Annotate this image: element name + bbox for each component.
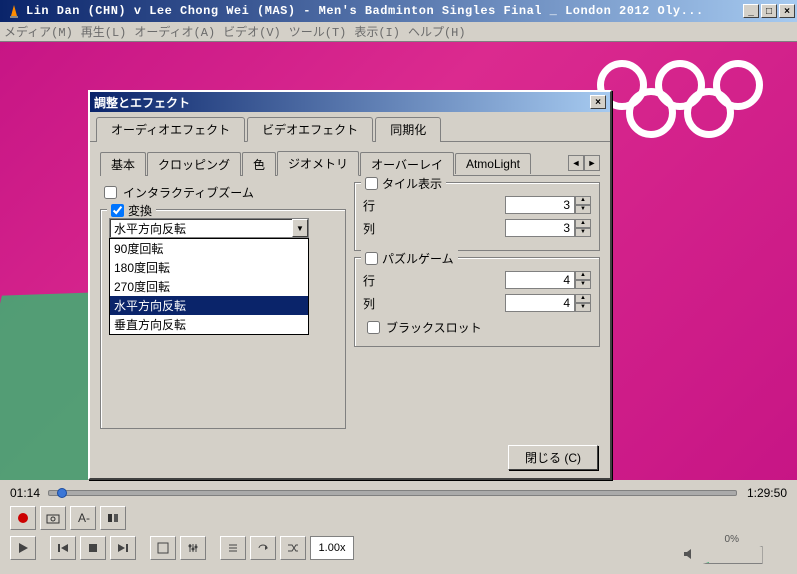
snapshot-button[interactable] bbox=[40, 506, 66, 530]
menu-playback[interactable]: 再生(L) bbox=[81, 23, 127, 40]
subtab-color[interactable]: 色 bbox=[242, 152, 276, 176]
volume-slider[interactable] bbox=[703, 546, 763, 564]
menu-tools[interactable]: ツール(T) bbox=[289, 23, 347, 40]
subtab-crop[interactable]: クロッピング bbox=[147, 152, 241, 176]
menu-help[interactable]: ヘルプ(H) bbox=[408, 23, 466, 40]
playlist-button[interactable] bbox=[220, 536, 246, 560]
menu-audio[interactable]: オーディオ(A) bbox=[134, 23, 215, 40]
prev-button[interactable] bbox=[50, 536, 76, 560]
interactive-zoom-checkbox[interactable] bbox=[104, 186, 117, 199]
menubar: メディア(M) 再生(L) オーディオ(A) ビデオ(V) ツール(T) 表示(… bbox=[0, 22, 797, 42]
puzzle-cols-label: 列 bbox=[363, 295, 403, 312]
interactive-zoom-row: インタラクティブズーム bbox=[100, 182, 346, 203]
stop-button[interactable] bbox=[80, 536, 106, 560]
svg-text:A-B: A-B bbox=[78, 512, 90, 524]
dialog-title: 調整とエフェクト bbox=[94, 94, 190, 111]
minimize-button[interactable]: _ bbox=[743, 4, 759, 18]
transform-selected: 水平方向反転 bbox=[114, 220, 186, 237]
subtab-overlay[interactable]: オーバーレイ bbox=[360, 152, 454, 176]
wall-rows-label: 行 bbox=[363, 197, 403, 214]
wall-cols-label: 列 bbox=[363, 220, 403, 237]
transform-option-90[interactable]: 90度回転 bbox=[110, 239, 308, 258]
tab-audio-effects[interactable]: オーディオエフェクト bbox=[96, 117, 245, 142]
puzzle-rows-label: 行 bbox=[363, 272, 403, 289]
transform-group: 変換 水平方向反転 ▼ 90度回転 180度回転 270度回転 水平方向反転 垂… bbox=[100, 209, 346, 429]
window-title: Lin Dan (CHN) v Lee Chong Wei (MAS) - Me… bbox=[26, 4, 743, 18]
subtab-basic[interactable]: 基本 bbox=[100, 152, 146, 176]
effects-dialog: 調整とエフェクト × オーディオエフェクト ビデオエフェクト 同期化 基本 クロ… bbox=[88, 90, 612, 480]
volume-control: 0% bbox=[683, 546, 783, 564]
tab-sync[interactable]: 同期化 bbox=[375, 117, 441, 142]
subtab-atmolight[interactable]: AtmoLight bbox=[455, 153, 531, 174]
loop-button[interactable] bbox=[250, 536, 276, 560]
puzzle-group: パズルゲーム 行 ▲▼ 列 ▲▼ bbox=[354, 257, 600, 347]
next-button[interactable] bbox=[110, 536, 136, 560]
dialog-close-btn[interactable]: 閉じる (C) bbox=[508, 445, 598, 470]
frame-step-button[interactable] bbox=[100, 506, 126, 530]
shuffle-button[interactable] bbox=[280, 536, 306, 560]
transform-option-270[interactable]: 270度回転 bbox=[110, 277, 308, 296]
wall-group: タイル表示 行 ▲▼ 列 ▲▼ bbox=[354, 182, 600, 251]
menu-media[interactable]: メディア(M) bbox=[4, 23, 73, 40]
seek-slider[interactable] bbox=[48, 490, 737, 496]
puzzle-rows-input[interactable] bbox=[505, 271, 575, 289]
wall-label: タイル表示 bbox=[382, 175, 442, 192]
puzzle-cols-input[interactable] bbox=[505, 294, 575, 312]
spin-down-icon[interactable]: ▼ bbox=[575, 280, 591, 289]
puzzle-checkbox[interactable] bbox=[365, 252, 378, 265]
play-button[interactable] bbox=[10, 536, 36, 560]
spin-up-icon[interactable]: ▲ bbox=[575, 271, 591, 280]
wall-cols-input[interactable] bbox=[505, 219, 575, 237]
olympic-rings-icon bbox=[597, 60, 777, 150]
speaker-icon[interactable] bbox=[683, 547, 697, 564]
puzzle-label: パズルゲーム bbox=[382, 250, 454, 267]
black-slot-label: ブラックスロット bbox=[386, 319, 482, 336]
spin-up-icon[interactable]: ▲ bbox=[575, 196, 591, 205]
speed-display[interactable]: 1.00x bbox=[310, 536, 354, 560]
menu-video[interactable]: ビデオ(V) bbox=[223, 23, 281, 40]
dropdown-arrow-icon[interactable]: ▼ bbox=[292, 219, 308, 237]
extended-settings-button[interactable] bbox=[180, 536, 206, 560]
subtab-geometry[interactable]: ジオメトリ bbox=[277, 151, 359, 176]
interactive-zoom-label: インタラクティブズーム bbox=[123, 184, 254, 201]
seek-bar-row: 01:14 1:29:50 bbox=[10, 486, 787, 500]
spin-down-icon[interactable]: ▼ bbox=[575, 205, 591, 214]
maximize-button[interactable]: □ bbox=[761, 4, 777, 18]
black-slot-checkbox[interactable] bbox=[367, 321, 380, 334]
spin-up-icon[interactable]: ▲ bbox=[575, 294, 591, 303]
menu-view[interactable]: 表示(I) bbox=[354, 23, 400, 40]
transform-checkbox[interactable] bbox=[111, 204, 124, 217]
toolbar-row-1: A-B bbox=[10, 506, 126, 530]
fullscreen-button[interactable] bbox=[150, 536, 176, 560]
tab-scroll-left-button[interactable]: ◄ bbox=[568, 155, 584, 171]
spin-down-icon[interactable]: ▼ bbox=[575, 228, 591, 237]
volume-percent: 0% bbox=[725, 534, 739, 545]
duration-time: 1:29:50 bbox=[747, 486, 787, 500]
vlc-cone-icon bbox=[6, 3, 22, 19]
seek-thumb[interactable] bbox=[57, 488, 67, 498]
video-effects-subtabs: 基本 クロッピング 色 ジオメトリ オーバーレイ AtmoLight ◄ ► bbox=[100, 150, 600, 176]
main-titlebar: Lin Dan (CHN) v Lee Chong Wei (MAS) - Me… bbox=[0, 0, 797, 22]
record-button[interactable] bbox=[10, 506, 36, 530]
wall-rows-input[interactable] bbox=[505, 196, 575, 214]
dialog-close-button[interactable]: × bbox=[590, 95, 606, 109]
loop-ab-button[interactable]: A-B bbox=[70, 506, 96, 530]
position-time: 01:14 bbox=[10, 486, 40, 500]
transform-option-180[interactable]: 180度回転 bbox=[110, 258, 308, 277]
transform-combo[interactable]: 水平方向反転 ▼ 90度回転 180度回転 270度回転 水平方向反転 垂直方向… bbox=[109, 218, 309, 238]
transform-option-vflip[interactable]: 垂直方向反転 bbox=[110, 315, 308, 334]
transform-label: 変換 bbox=[128, 202, 152, 219]
transform-option-hflip[interactable]: 水平方向反転 bbox=[110, 296, 308, 315]
dialog-main-tabs: オーディオエフェクト ビデオエフェクト 同期化 bbox=[90, 112, 610, 142]
toolbar-row-2: 1.00x bbox=[10, 536, 354, 560]
transform-dropdown-list: 90度回転 180度回転 270度回転 水平方向反転 垂直方向反転 bbox=[109, 238, 309, 335]
close-button[interactable]: × bbox=[779, 4, 795, 18]
wall-checkbox[interactable] bbox=[365, 177, 378, 190]
tab-scroll-right-button[interactable]: ► bbox=[584, 155, 600, 171]
spin-up-icon[interactable]: ▲ bbox=[575, 219, 591, 228]
spin-down-icon[interactable]: ▼ bbox=[575, 303, 591, 312]
tab-video-effects[interactable]: ビデオエフェクト bbox=[247, 117, 373, 142]
dialog-titlebar[interactable]: 調整とエフェクト × bbox=[90, 92, 610, 112]
